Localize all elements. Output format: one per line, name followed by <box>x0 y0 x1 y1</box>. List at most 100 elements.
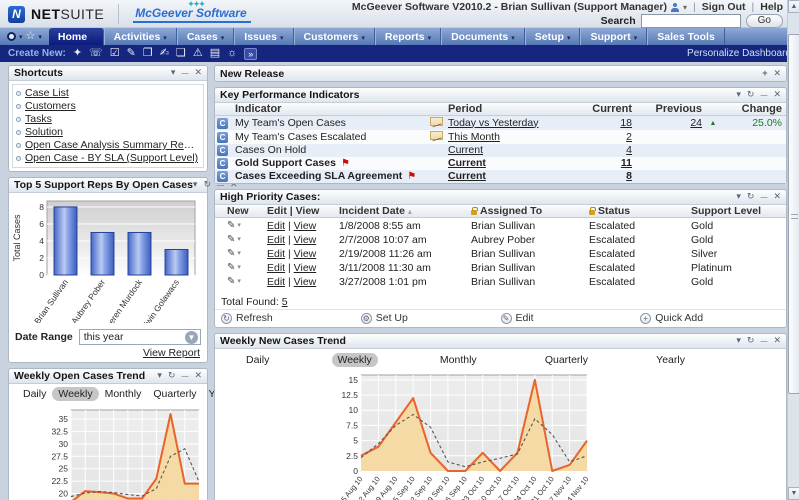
chevron-down-icon[interactable]: ▾ <box>237 221 241 231</box>
panel-expand-icon[interactable] <box>762 69 767 78</box>
shortcut-open-case-analysis[interactable]: Open Case Analysis Summary Report <box>25 139 200 152</box>
tab-customers[interactable]: Customers <box>294 28 375 45</box>
kpi-current-link[interactable]: 4 <box>626 144 632 156</box>
vertical-scrollbar[interactable]: ▲ ▼ <box>787 0 799 500</box>
tab-cases[interactable]: Cases <box>177 28 234 45</box>
kpi-icon[interactable] <box>217 145 228 156</box>
shortcut-solution[interactable]: Solution <box>25 126 63 139</box>
shortcut-open-case-by-sla[interactable]: Open Case - BY SLA (Support Level) <box>25 152 198 165</box>
panel-minimize-icon[interactable] <box>181 371 188 381</box>
kpi-period-link[interactable]: Current <box>448 145 483 156</box>
kpi-period-link[interactable]: Current <box>448 158 486 169</box>
total-found-value-link[interactable]: 5 <box>282 296 288 308</box>
event-icon[interactable]: ❐ <box>143 48 153 59</box>
kpi-current-link[interactable]: 18 <box>620 117 632 129</box>
trend-tab-monthly[interactable]: Monthly <box>99 387 148 401</box>
panel-close-icon[interactable] <box>773 69 781 78</box>
quick-add-button[interactable]: +Quick Add <box>640 312 780 324</box>
shortcut-case-list[interactable]: Case List <box>25 87 69 100</box>
case-icon[interactable]: ✍ <box>160 48 169 59</box>
tab-reports[interactable]: Reports <box>375 28 441 45</box>
favorites-star-icon[interactable]: ☆ <box>26 32 36 41</box>
chevron-down-icon[interactable]: ▾ <box>237 249 241 259</box>
solution-icon[interactable]: ▤ <box>210 48 220 59</box>
tab-support[interactable]: Support <box>580 28 647 45</box>
panel-refresh-icon[interactable] <box>203 180 211 190</box>
view-link[interactable]: View <box>294 234 317 246</box>
task-icon[interactable]: ☑ <box>110 48 120 59</box>
trend-tab-weekly[interactable]: Weekly <box>332 353 378 367</box>
kpi-period-link[interactable]: This Month <box>448 132 500 143</box>
issue-icon[interactable]: ⚠ <box>193 48 203 59</box>
go-button[interactable]: Go <box>746 14 783 28</box>
edit-button[interactable]: ✎Edit <box>501 312 641 324</box>
filter-funnel-icon[interactable]: ▼ <box>185 331 198 344</box>
kpi-current-link[interactable]: 11 <box>621 157 632 169</box>
edit-link[interactable]: Edit <box>267 248 285 260</box>
sign-out-link[interactable]: Sign Out <box>702 1 746 13</box>
kpi-icon[interactable] <box>217 171 228 182</box>
date-range-select[interactable]: this year ▼ <box>79 329 201 345</box>
sparkline-chart-icon[interactable] <box>430 131 443 140</box>
recent-records-icon[interactable] <box>7 32 16 41</box>
scroll-down-icon[interactable]: ▼ <box>788 487 799 500</box>
panel-menu-icon[interactable] <box>193 180 198 190</box>
user-icon[interactable] <box>671 3 679 12</box>
panel-minimize-icon[interactable] <box>181 68 188 78</box>
trend-tab-daily[interactable]: Daily <box>17 387 52 401</box>
chevron-down-icon[interactable]: ▾ <box>237 263 241 273</box>
scroll-up-icon[interactable]: ▲ <box>788 0 799 13</box>
tab-documents[interactable]: Documents <box>441 28 525 45</box>
new-record-pen-icon[interactable] <box>227 262 235 273</box>
new-record-pen-icon[interactable] <box>227 248 235 259</box>
scrollbar-thumb[interactable] <box>788 34 799 394</box>
refresh-button[interactable]: ↻Refresh <box>221 312 361 324</box>
new-record-pen-icon[interactable] <box>227 234 235 245</box>
panel-menu-icon[interactable] <box>157 371 162 381</box>
chevron-down-icon[interactable]: ▾ <box>237 277 241 287</box>
panel-refresh-icon[interactable] <box>747 336 755 346</box>
kpi-icon[interactable] <box>217 118 228 129</box>
chevron-down-icon[interactable]: ▾ <box>237 235 241 245</box>
panel-menu-icon[interactable] <box>736 90 741 100</box>
chevron-down-icon[interactable] <box>683 1 687 13</box>
column-assigned-to[interactable]: Assigned To <box>480 206 542 216</box>
tab-issues[interactable]: Issues <box>234 28 293 45</box>
edit-link[interactable]: Edit <box>267 234 285 246</box>
panel-refresh-icon[interactable] <box>747 90 755 100</box>
trend-tab-quarterly[interactable]: Quarterly <box>539 353 594 367</box>
phone-call-icon[interactable]: ☏ <box>89 48 103 59</box>
search-input[interactable] <box>641 14 741 28</box>
help-link[interactable]: Help <box>760 1 783 13</box>
kpi-icon[interactable] <box>217 132 228 143</box>
sparkline-chart-icon[interactable] <box>430 117 443 126</box>
tab-home[interactable]: Home <box>49 28 104 45</box>
view-link[interactable]: View <box>294 276 317 288</box>
new-record-pen-icon[interactable] <box>227 276 235 287</box>
edit-link[interactable]: Edit <box>267 276 285 288</box>
shortcut-customers[interactable]: Customers <box>25 100 76 113</box>
set-up-button[interactable]: ⚙Set Up <box>361 312 501 324</box>
panel-minimize-icon[interactable] <box>760 336 767 346</box>
trend-tab-weekly[interactable]: Weekly <box>52 387 98 401</box>
trend-tab-daily[interactable]: Daily <box>240 353 275 367</box>
panel-menu-icon[interactable] <box>736 336 741 346</box>
panel-close-icon[interactable] <box>773 336 781 346</box>
chevron-down-icon[interactable]: ▾ <box>38 33 42 41</box>
chevron-down-icon[interactable]: ▾ <box>19 33 23 41</box>
panel-close-icon[interactable] <box>773 90 781 100</box>
view-link[interactable]: View <box>294 248 317 260</box>
panel-menu-icon[interactable] <box>171 68 176 78</box>
shortcut-tasks[interactable]: Tasks <box>25 113 52 126</box>
trend-tab-quarterly[interactable]: Quarterly <box>147 387 202 401</box>
tab-sales-tools[interactable]: Sales Tools <box>647 28 725 45</box>
panel-minimize-icon[interactable] <box>760 192 767 202</box>
contact-icon[interactable]: ✦ <box>73 48 82 59</box>
personalize-dashboard-link[interactable]: Personalize Dashboard <box>687 48 791 59</box>
panel-close-icon[interactable] <box>194 371 202 381</box>
customer-icon[interactable]: ✎ <box>127 48 136 59</box>
panel-minimize-icon[interactable] <box>760 90 767 100</box>
new-record-pen-icon[interactable] <box>227 220 235 231</box>
kpi-previous-link[interactable]: 24 <box>690 117 702 129</box>
document-icon[interactable]: ❏ <box>176 48 186 59</box>
